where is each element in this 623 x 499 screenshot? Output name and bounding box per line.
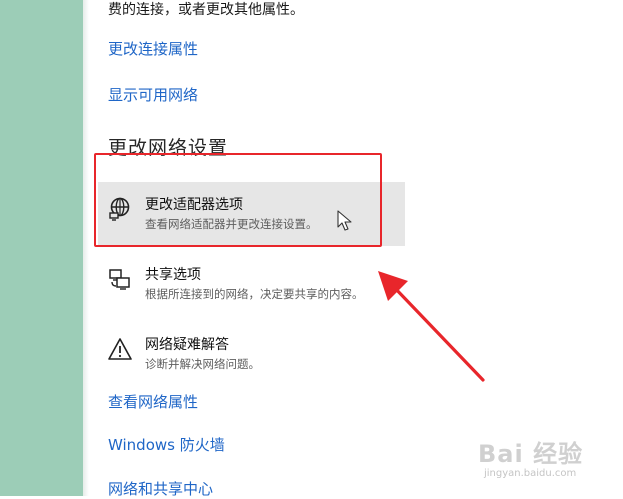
sharing-icon [109,269,130,290]
change-connection-properties-link[interactable]: 更改连接属性 [108,38,198,59]
section-title: 更改网络设置 [108,137,229,159]
baidu-watermark: Bai 经验 jingyan.baidu.com [474,432,614,490]
network-adapter-icon [109,197,130,221]
view-network-properties-link[interactable]: 查看网络属性 [108,391,198,412]
sharing-options-item[interactable]: 共享选项 根据所连接到的网络，决定要共享的内容。 [98,252,405,316]
sharing-options-title: 共享选项 [145,267,201,283]
sharing-options-subtitle: 根据所连接到的网络，决定要共享的内容。 [145,287,364,301]
mouse-cursor-icon [337,210,352,231]
adapter-options-title: 更改适配器选项 [145,197,243,213]
watermark-url: jingyan.baidu.com [484,468,577,479]
adapter-options-subtitle: 查看网络适配器并更改连接设置。 [145,217,318,231]
description-text: 费的连接，或者更改其他属性。 [108,2,304,18]
troubleshoot-subtitle: 诊断并解决网络问题。 [145,357,260,371]
change-adapter-options-item[interactable]: 更改适配器选项 查看网络适配器并更改连接设置。 [98,182,405,246]
show-available-networks-link[interactable]: 显示可用网络 [108,84,198,105]
warning-icon [108,338,132,360]
troubleshoot-title: 网络疑难解答 [145,337,229,353]
network-settings-page: 费的连接，或者更改其他属性。 更改连接属性 显示可用网络 更改网络设置 更改适配… [0,0,623,498]
network-troubleshooter-item[interactable]: 网络疑难解答 诊断并解决网络问题。 [98,322,405,386]
watermark-logo-text: Bai 经验 [478,440,584,468]
windows-firewall-link[interactable]: Windows 防火墙 [108,434,225,455]
annotation-arrow-icon [378,271,485,382]
